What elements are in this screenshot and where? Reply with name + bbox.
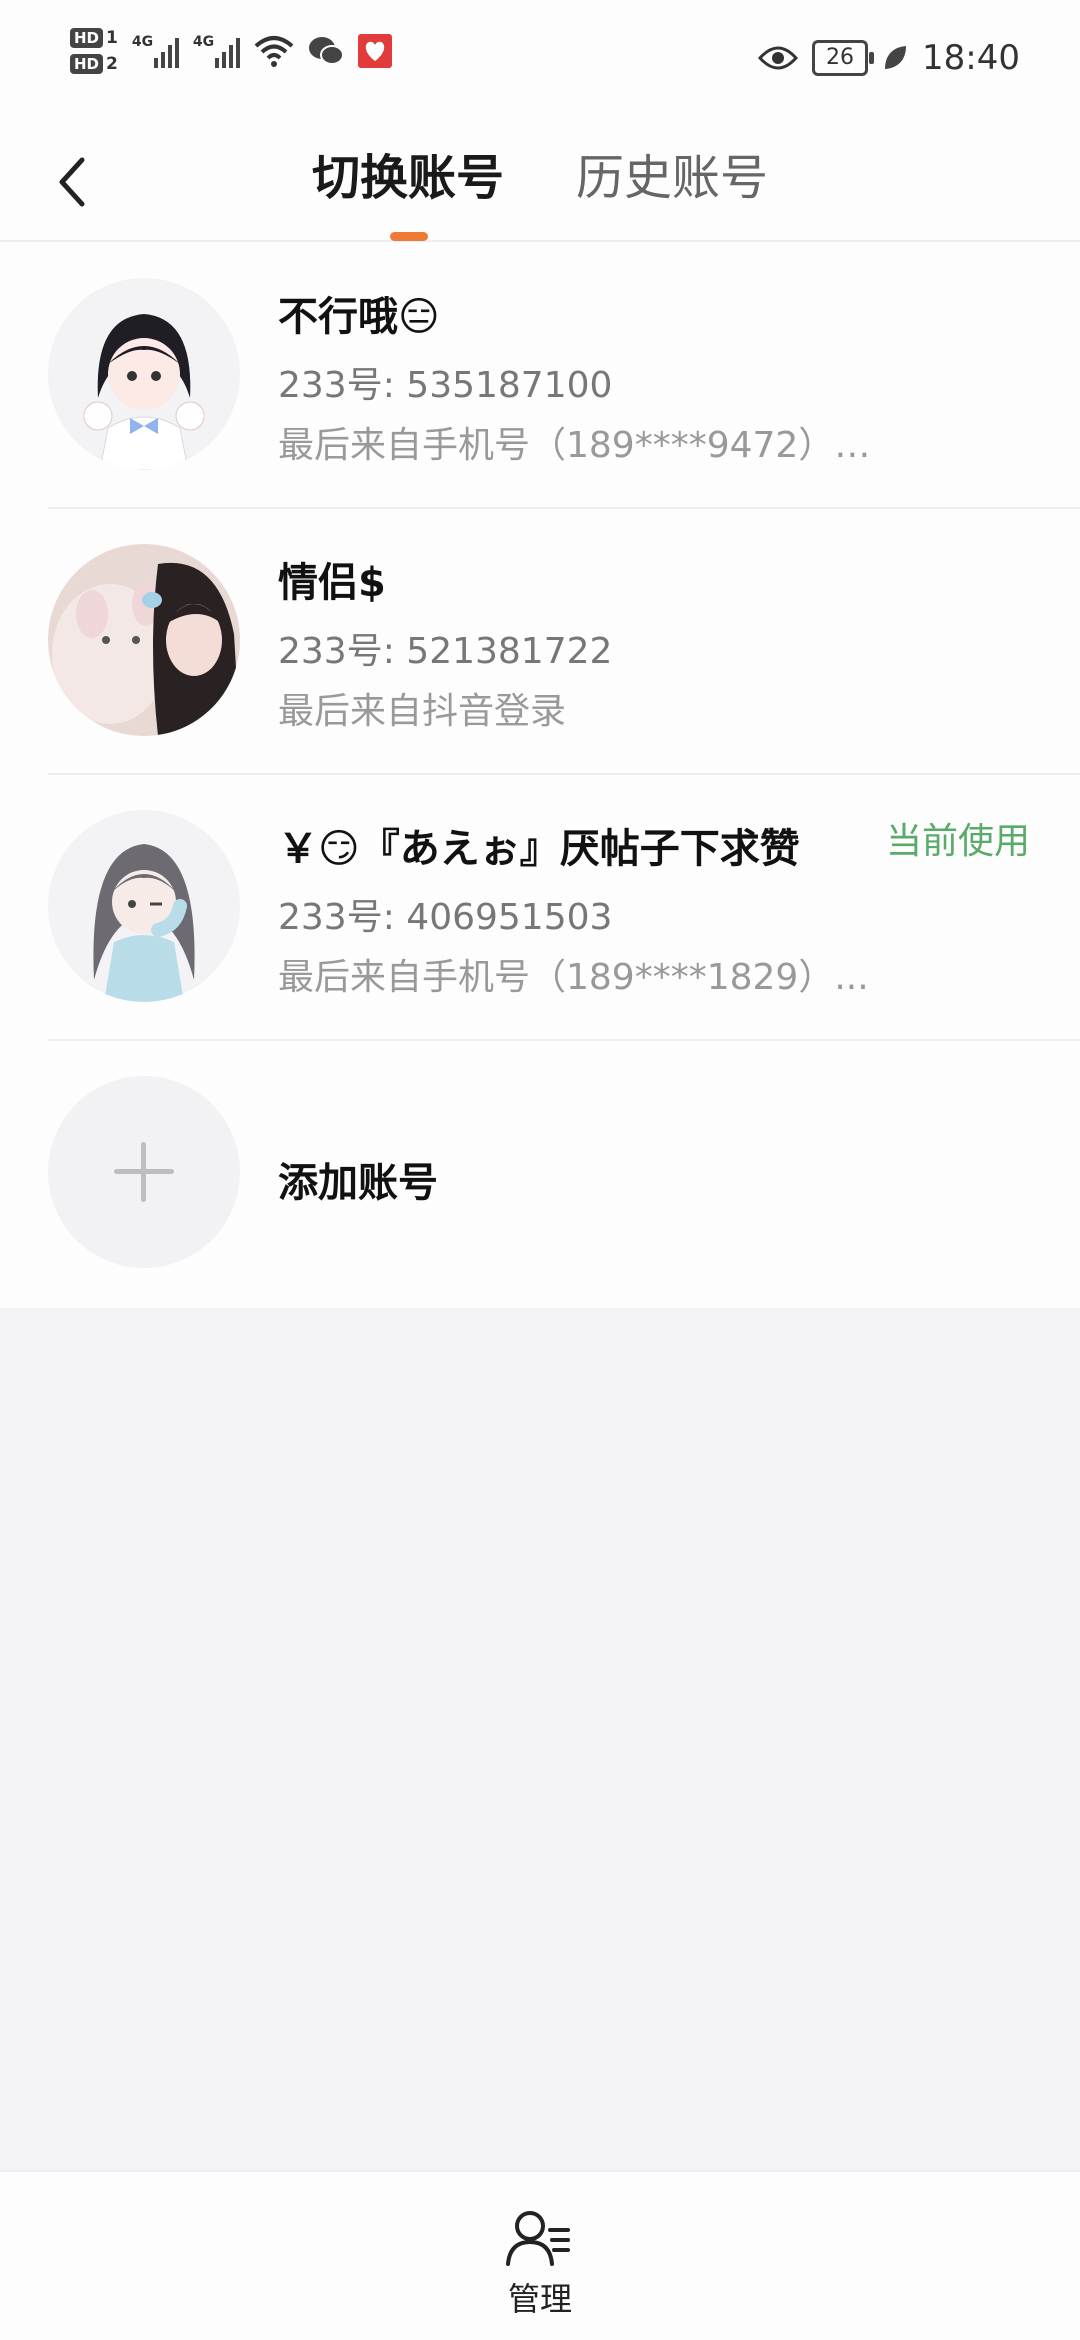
current-in-use-badge: 当前使用 — [885, 821, 1030, 862]
wechat-icon — [308, 37, 344, 65]
battery-level: 26 — [826, 45, 855, 70]
signal-2-icon: 4G — [193, 34, 240, 68]
clock: 18:40 — [922, 38, 1020, 78]
bottom-bar: 管理 — [0, 2170, 1080, 2340]
account-login-source: 最后来自抖音登录 — [278, 691, 567, 732]
add-account-label: 添加账号 — [278, 1160, 438, 1206]
status-icons-left: HD 1 HD 2 4G 4G — [70, 28, 392, 74]
status-bar: HD 1 HD 2 4G 4G 26 18:40 — [0, 0, 1080, 120]
battery-icon: 26 — [812, 40, 875, 76]
avatar — [48, 544, 240, 736]
account-uid: 233号: 535187100 — [278, 365, 613, 406]
hd1-num: 1 — [106, 28, 118, 48]
account-uid: 233号: 521381722 — [278, 631, 613, 672]
add-account-row[interactable]: 添加账号 — [48, 1040, 1080, 1305]
avatar — [48, 810, 240, 1002]
user-list-icon — [506, 2211, 570, 2266]
header: 切换账号 历史账号 — [0, 120, 1080, 242]
account-row[interactable]: 不行哦😑 233号: 535187100 最后来自手机号（189****9472… — [48, 242, 1080, 509]
status-icons-right: 26 18:40 — [758, 38, 1020, 78]
wifi-icon — [254, 36, 294, 67]
net2-label: 4G — [192, 34, 215, 50]
account-list: 不行哦😑 233号: 535187100 最后来自手机号（189****9472… — [0, 242, 1080, 1308]
hd1-label: HD — [70, 28, 104, 48]
hd2-label: HD — [70, 54, 104, 74]
net1-label: 4G — [131, 34, 154, 50]
manage-button[interactable]: 管理 — [500, 2208, 580, 2318]
tab-history-account[interactable]: 历史账号 — [576, 144, 768, 212]
active-tab-indicator — [390, 232, 428, 241]
back-button[interactable] — [48, 146, 98, 216]
app-notification-icon — [357, 34, 392, 68]
account-row[interactable]: ￥😏『あえぉ』厌帖子下求赞 当前使用 233号: 406951503 最后来自手… — [48, 774, 1080, 1041]
avatar — [48, 278, 240, 470]
account-login-source: 最后来自手机号（189****1829）... — [278, 957, 869, 998]
account-name: 不行哦😑 — [278, 294, 440, 340]
chevron-left-icon — [59, 157, 85, 207]
account-name: ￥😏『あえぉ』厌帖子下求赞 — [278, 826, 800, 872]
account-row[interactable]: 情侣$ 233号: 521381722 最后来自抖音登录 — [48, 508, 1080, 775]
signal-1-icon: 4G — [132, 34, 179, 68]
eye-comfort-icon — [758, 46, 799, 70]
leaf-icon — [885, 46, 907, 69]
hd-indicators: HD 1 HD 2 — [70, 28, 118, 74]
tab-switch-account[interactable]: 切换账号 — [312, 144, 504, 212]
hd2-indicator: HD 2 — [70, 54, 118, 74]
plus-icon — [48, 1076, 240, 1268]
account-name: 情侣$ — [278, 560, 386, 606]
account-login-source: 最后来自手机号（189****9472）登录 — [278, 425, 898, 466]
manage-label: 管理 — [507, 2280, 572, 2318]
hd2-num: 2 — [106, 54, 118, 74]
hd1-indicator: HD 1 — [70, 28, 118, 48]
account-uid: 233号: 406951503 — [278, 897, 613, 938]
